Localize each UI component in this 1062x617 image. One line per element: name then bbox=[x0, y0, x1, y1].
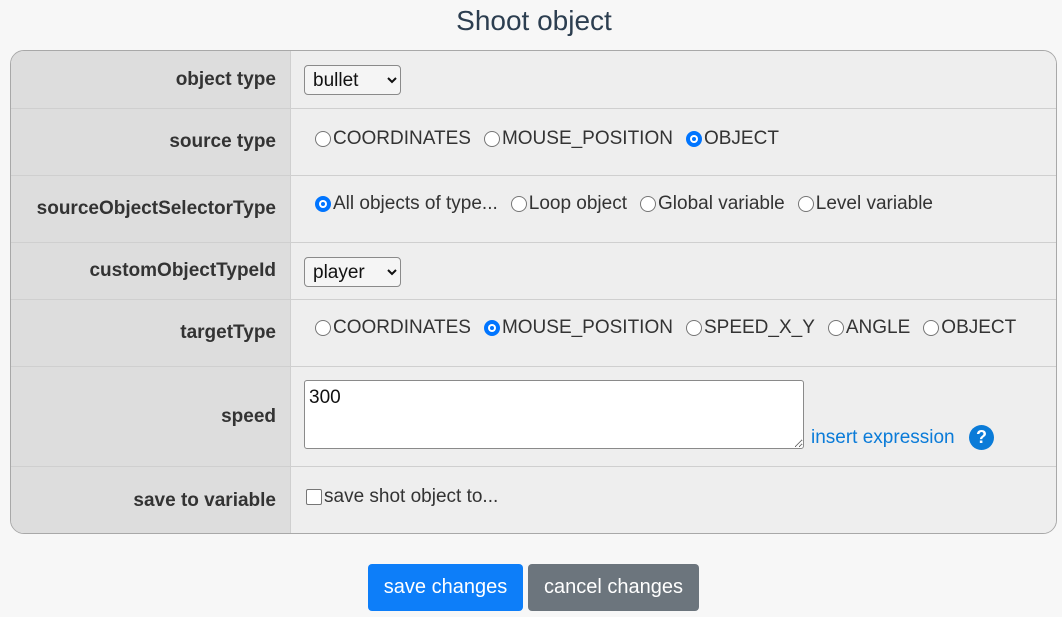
source-selector-option[interactable]: Global variable bbox=[640, 193, 785, 215]
form-table: object type bullet source type COORDINAT… bbox=[10, 50, 1057, 534]
target-type-label: targetType bbox=[11, 300, 291, 366]
target-type-radio[interactable] bbox=[483, 320, 500, 336]
question-circle-icon[interactable]: ? bbox=[969, 425, 994, 450]
source-type-option-label: COORDINATES bbox=[333, 128, 471, 149]
target-type-radio[interactable] bbox=[685, 320, 702, 336]
source-selector-radio[interactable] bbox=[510, 196, 527, 212]
row-object-type: object type bullet bbox=[11, 51, 1056, 108]
speed-input[interactable]: 300 bbox=[304, 380, 804, 449]
target-type-option-label: ANGLE bbox=[845, 317, 911, 338]
target-type-radio[interactable] bbox=[315, 320, 331, 336]
custom-type-select[interactable]: player bbox=[304, 257, 401, 287]
save-variable-checkbox[interactable] bbox=[306, 489, 322, 505]
source-type-label: source type bbox=[11, 109, 291, 175]
row-speed: speed 300 insert expression ? bbox=[11, 366, 1056, 466]
source-type-option[interactable]: OBJECT bbox=[685, 128, 779, 150]
target-type-option[interactable]: OBJECT bbox=[923, 317, 1016, 339]
target-type-option-label: OBJECT bbox=[941, 317, 1017, 338]
cancel-changes-button[interactable]: cancel changes bbox=[528, 564, 699, 611]
source-type-option-label: OBJECT bbox=[703, 128, 779, 149]
save-variable-checkbox-label[interactable]: save shot object to... bbox=[306, 486, 498, 508]
target-type-option-label: MOUSE_POSITION bbox=[501, 317, 673, 338]
object-type-select[interactable]: bullet bbox=[304, 65, 401, 95]
source-selector-option-label: Loop object bbox=[528, 193, 627, 214]
target-type-option[interactable]: ANGLE bbox=[827, 317, 911, 339]
source-selector-option[interactable]: Loop object bbox=[510, 193, 627, 215]
source-selector-option[interactable]: Level variable bbox=[797, 193, 933, 215]
target-type-option[interactable]: COORDINATES bbox=[315, 317, 471, 339]
speed-label: speed bbox=[11, 367, 291, 466]
custom-type-label: customObjectTypeId bbox=[11, 243, 291, 299]
row-save-variable: save to variable save shot object to... bbox=[11, 466, 1056, 533]
row-source-selector: sourceObjectSelectorType All objects of … bbox=[11, 175, 1056, 242]
source-type-radio-group: COORDINATES MOUSE_POSITION OBJECT bbox=[315, 128, 792, 150]
source-selector-radio-group: All objects of type... Loop object Global … bbox=[315, 193, 946, 215]
source-type-option-label: MOUSE_POSITION bbox=[501, 128, 673, 149]
target-type-option[interactable]: SPEED_X_Y bbox=[685, 317, 815, 339]
row-custom-type: customObjectTypeId player bbox=[11, 242, 1056, 299]
insert-expression-link[interactable]: insert expression bbox=[811, 427, 955, 449]
source-type-option[interactable]: MOUSE_POSITION bbox=[483, 128, 673, 150]
dialog-title: Shoot object bbox=[456, 5, 612, 36]
row-source-type: source type COORDINATES MOUSE_POSITION OBJ… bbox=[11, 108, 1056, 175]
source-type-option[interactable]: COORDINATES bbox=[315, 128, 471, 150]
source-selector-option-label: All objects of type... bbox=[333, 193, 498, 214]
source-selector-radio[interactable] bbox=[315, 196, 331, 212]
target-type-radio-group: COORDINATES MOUSE_POSITION SPEED_X_Y ANGLE O… bbox=[315, 317, 1029, 339]
source-selector-radio[interactable] bbox=[640, 196, 656, 212]
source-selector-radio[interactable] bbox=[797, 196, 814, 212]
target-type-radio[interactable] bbox=[827, 320, 844, 336]
save-changes-button[interactable]: save changes bbox=[368, 564, 523, 611]
target-type-option-label: SPEED_X_Y bbox=[703, 317, 815, 338]
object-type-label: object type bbox=[11, 51, 291, 108]
source-type-radio[interactable] bbox=[483, 131, 500, 147]
source-selector-option-label: Global variable bbox=[658, 193, 785, 214]
source-selector-label: sourceObjectSelectorType bbox=[11, 176, 291, 242]
source-type-radio[interactable] bbox=[685, 131, 702, 147]
save-variable-checkbox-text: save shot object to... bbox=[324, 486, 499, 507]
target-type-radio[interactable] bbox=[923, 320, 940, 336]
save-variable-label: save to variable bbox=[11, 467, 291, 533]
target-type-option[interactable]: MOUSE_POSITION bbox=[483, 317, 673, 339]
row-target-type: targetType COORDINATES MOUSE_POSITION SPEE… bbox=[11, 299, 1056, 366]
target-type-option-label: COORDINATES bbox=[333, 317, 471, 338]
source-type-radio[interactable] bbox=[315, 131, 331, 147]
source-selector-option[interactable]: All objects of type... bbox=[315, 193, 498, 215]
source-selector-option-label: Level variable bbox=[815, 193, 933, 214]
